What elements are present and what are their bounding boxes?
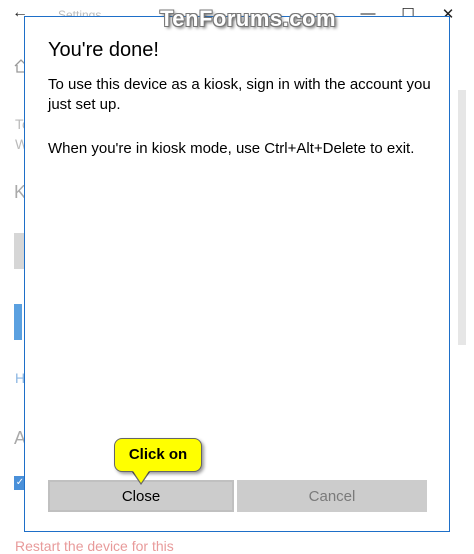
kiosk-done-dialog: You're done! To use this device as a kio… bbox=[24, 16, 450, 532]
dialog-instruction: To use this device as a kiosk, sign in w… bbox=[48, 76, 431, 113]
restart-warning: Restart the device for this bbox=[15, 538, 174, 554]
callout-pointer bbox=[133, 471, 149, 483]
cancel-button[interactable]: Cancel bbox=[237, 480, 427, 512]
scrollbar[interactable] bbox=[458, 90, 466, 345]
click-on-callout: Click on bbox=[114, 438, 202, 472]
dialog-exit-hint: When you're in kiosk mode, use Ctrl+Alt+… bbox=[48, 140, 415, 157]
background-blue-button[interactable] bbox=[14, 304, 22, 340]
watermark: TenForums.com bbox=[160, 6, 337, 31]
dialog-title: You're done! bbox=[48, 39, 159, 61]
